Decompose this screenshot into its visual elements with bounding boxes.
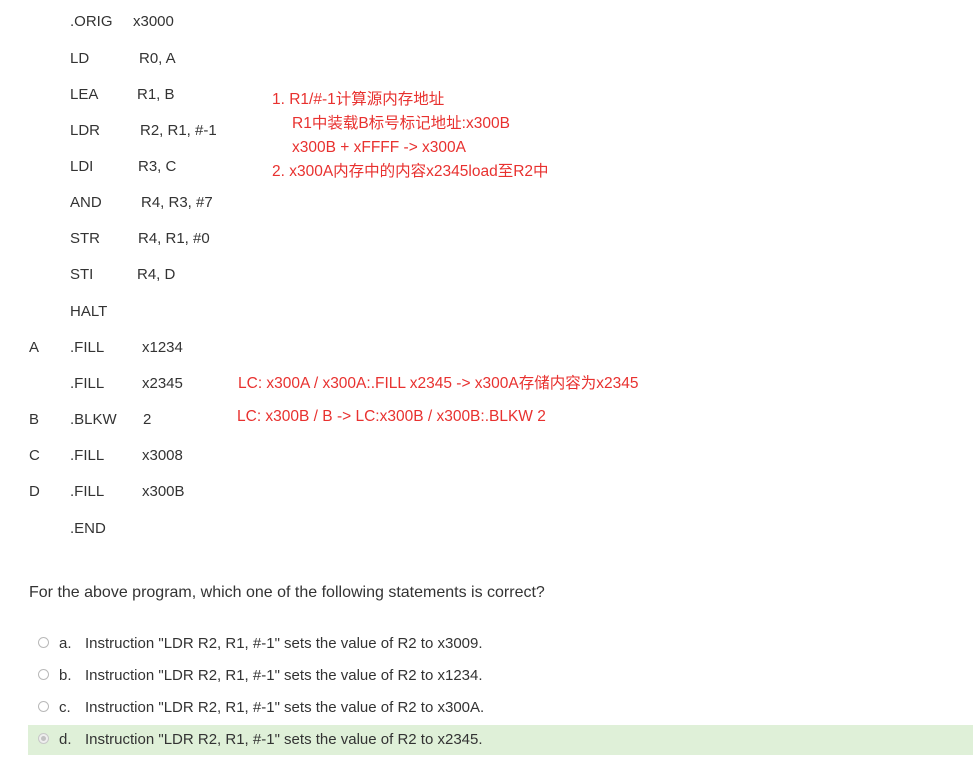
code-operands: R4, D: [137, 266, 176, 283]
code-operands: R3, C: [138, 158, 177, 175]
option-letter: c.: [59, 699, 71, 716]
option-text: Instruction "LDR R2, R1, #-1" sets the v…: [85, 635, 483, 652]
code-opcode: .FILL: [70, 339, 105, 356]
code-label: B: [29, 411, 40, 428]
blkw-annotation: LC: x300B / B -> LC:x300B / x300B:.BLKW …: [237, 408, 546, 425]
code-label: C: [29, 447, 40, 464]
annotation-line: 2. x300A内存中的内容x2345load至R2中: [272, 163, 549, 180]
option-letter: d.: [59, 731, 72, 748]
code-operands: x300B: [142, 483, 185, 500]
annotation-line: R1中装载B标号标记地址:x300B: [292, 115, 510, 132]
code-opcode: .END: [70, 520, 106, 537]
code-opcode: .FILL: [70, 375, 105, 392]
code-operands: R4, R3, #7: [141, 194, 213, 211]
code-operands: R2, R1, #-1: [140, 122, 217, 139]
option-text: Instruction "LDR R2, R1, #-1" sets the v…: [85, 699, 485, 716]
code-opcode: .FILL: [70, 483, 105, 500]
code-opcode: LD: [70, 50, 90, 67]
code-opcode: .FILL: [70, 447, 105, 464]
radio-button[interactable]: [38, 669, 49, 680]
radio-button[interactable]: [38, 637, 49, 648]
code-operands: x3008: [142, 447, 183, 464]
code-opcode: LEA: [70, 86, 99, 103]
code-operands: R4, R1, #0: [138, 230, 210, 247]
code-opcode: LDR: [70, 122, 101, 139]
code-opcode: STR: [70, 230, 100, 247]
radio-button-checked[interactable]: [38, 733, 49, 744]
option-a[interactable]: a. Instruction "LDR R2, R1, #-1" sets th…: [28, 629, 973, 659]
option-c[interactable]: c. Instruction "LDR R2, R1, #-1" sets th…: [28, 693, 973, 723]
code-opcode: STI: [70, 266, 94, 283]
radio-button[interactable]: [38, 701, 49, 712]
code-opcode: AND: [70, 194, 102, 211]
option-letter: a.: [59, 635, 72, 652]
code-opcode: LDI: [70, 158, 94, 175]
option-text: Instruction "LDR R2, R1, #-1" sets the v…: [85, 731, 483, 748]
code-operands: 2: [143, 411, 152, 428]
option-d[interactable]: d. Instruction "LDR R2, R1, #-1" sets th…: [28, 725, 973, 755]
code-operands: R1, B: [137, 86, 175, 103]
code-label: A: [29, 339, 40, 356]
option-b[interactable]: b. Instruction "LDR R2, R1, #-1" sets th…: [28, 661, 973, 691]
code-opcode: HALT: [70, 303, 108, 320]
code-opcode: .ORIG: [70, 13, 113, 30]
code-operands: R0, A: [139, 50, 176, 67]
question-text: For the above program, which one of the …: [29, 584, 545, 601]
fill-annotation: LC: x300A / x300A:.FILL x2345 -> x300A存储…: [238, 375, 639, 392]
code-opcode: .BLKW: [70, 411, 117, 428]
code-label: D: [29, 483, 40, 500]
annotation-line: x300B + xFFFF -> x300A: [292, 139, 467, 156]
option-text: Instruction "LDR R2, R1, #-1" sets the v…: [85, 667, 483, 684]
code-operands: x3000: [133, 13, 174, 30]
annotation-line: 1. R1/#-1计算源内存地址: [272, 91, 445, 108]
code-operands: x1234: [142, 339, 183, 356]
option-letter: b.: [59, 667, 72, 684]
code-operands: x2345: [142, 375, 183, 392]
